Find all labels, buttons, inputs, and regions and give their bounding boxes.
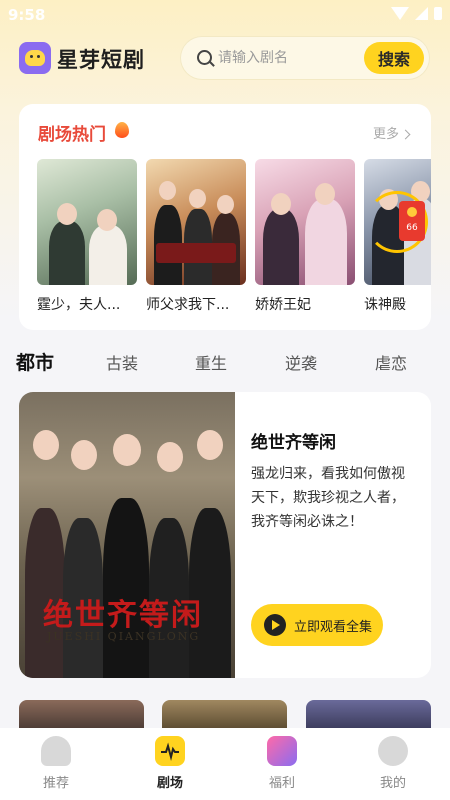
gift-icon xyxy=(267,736,297,766)
watch-now-label: 立即观看全集 xyxy=(294,619,373,635)
nav-mine[interactable]: 我的 xyxy=(353,736,433,791)
search-icon xyxy=(197,50,212,65)
chevron-right-icon xyxy=(400,129,411,140)
tab-dushi[interactable]: 都市 xyxy=(16,348,54,375)
nav-label: 推荐 xyxy=(42,776,69,791)
more-label: 更多 xyxy=(372,127,399,142)
app-logo-icon xyxy=(19,42,51,74)
featured-description: 强龙归来，看我如何傲视天下，欺我珍视之人者，我齐等闲必诛之！ xyxy=(251,466,405,530)
search-input[interactable] xyxy=(218,46,348,70)
tab-nuelian[interactable]: 虐恋 xyxy=(375,350,407,374)
theater-icon xyxy=(155,736,185,766)
bottom-nav: 推荐 剧场 福利 我的 xyxy=(0,728,450,800)
drama-poster xyxy=(146,159,246,285)
watch-now-button[interactable]: 立即观看全集 xyxy=(251,604,383,646)
nav-theater[interactable]: 剧场 xyxy=(130,736,210,791)
poster-title: 绝世齐等闲 xyxy=(43,598,203,633)
reward-count: 66 xyxy=(406,223,418,233)
hot-item-title: 诛神殿 xyxy=(364,297,406,313)
featured-title: 绝世齐等闲 xyxy=(251,433,336,453)
hot-section-title: 剧场热门 xyxy=(38,125,106,145)
play-icon xyxy=(264,614,286,636)
status-icons xyxy=(391,7,442,20)
nav-label: 福利 xyxy=(268,776,295,791)
wifi-icon xyxy=(391,7,409,20)
drama-poster-thumb[interactable] xyxy=(162,700,287,730)
drama-poster xyxy=(37,159,137,285)
battery-icon xyxy=(434,7,442,20)
nav-recommend[interactable]: 推荐 xyxy=(16,736,96,791)
app-name: 星芽短剧 xyxy=(57,48,145,72)
drama-poster-thumb[interactable] xyxy=(306,700,431,730)
drama-poster xyxy=(255,159,355,285)
featured-drama-card[interactable]: 绝世齐等闲 JUESHI QIANGLONG 绝世齐等闲 强龙归来，看我如何傲视… xyxy=(19,392,431,678)
drama-poster-thumb[interactable] xyxy=(19,700,144,730)
hot-item-title: 霆少，夫人... xyxy=(37,297,121,313)
nav-label: 我的 xyxy=(379,776,406,791)
hot-item-title: 娇娇王妃 xyxy=(255,297,311,313)
category-tabs: 都市 古装 重生 逆袭 虐恋 xyxy=(0,346,450,380)
hot-item[interactable]: 娇娇王妃 xyxy=(255,159,355,314)
poster-subtitle: JUESHI QIANGLONG xyxy=(47,630,201,643)
hot-item[interactable]: 师父求我下... xyxy=(146,159,246,314)
red-envelope-icon xyxy=(399,201,425,241)
nav-label: 剧场 xyxy=(156,776,183,791)
featured-poster: 绝世齐等闲 JUESHI QIANGLONG xyxy=(19,392,235,678)
home-icon xyxy=(41,736,71,766)
signal-icon xyxy=(415,7,428,20)
status-bar: 9:58 xyxy=(0,0,450,30)
profile-icon xyxy=(378,736,408,766)
tab-nixi[interactable]: 逆袭 xyxy=(285,350,317,374)
nav-welfare[interactable]: 福利 xyxy=(242,736,322,791)
more-link[interactable]: 更多 xyxy=(372,123,411,142)
hot-item-title: 师父求我下... xyxy=(146,297,230,313)
status-time: 9:58 xyxy=(8,6,46,24)
top-header: 星芽短剧 搜索 xyxy=(0,36,450,82)
search-button[interactable]: 搜索 xyxy=(364,42,424,74)
tab-guzhuang[interactable]: 古装 xyxy=(106,350,138,374)
tab-chongsheng[interactable]: 重生 xyxy=(195,350,227,374)
search-bar[interactable]: 搜索 xyxy=(180,36,430,80)
fire-icon xyxy=(115,122,129,138)
red-packet-widget[interactable]: 66 xyxy=(366,191,432,253)
hot-item[interactable]: 霆少，夫人... xyxy=(37,159,137,314)
